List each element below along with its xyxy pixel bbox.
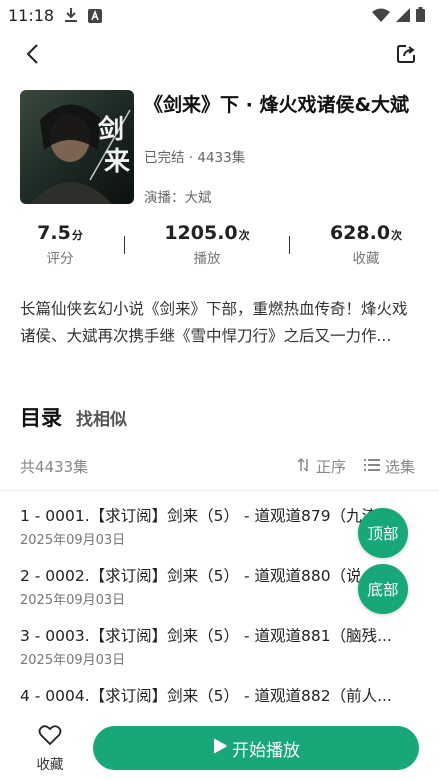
download-icon xyxy=(64,7,78,27)
stat-favorites-value: 628.0 xyxy=(329,222,391,244)
episode-date: 2025年09月03日 xyxy=(20,653,126,668)
stat-rating-value: 7.5 xyxy=(37,222,71,244)
stats-row: 7.5分 评分 1205.0次 播放 628.0次 收藏 xyxy=(0,222,439,272)
stat-rating-unit: 分 xyxy=(71,229,83,242)
select-label: 选集 xyxy=(385,458,416,476)
share-button[interactable] xyxy=(393,42,421,70)
sort-button[interactable]: 正序 xyxy=(296,456,346,477)
episode-item[interactable]: 2 - 0002.【求订阅】剑来（5） - 道观道880（说 2025年09月0… xyxy=(20,564,400,624)
signal-icon xyxy=(396,7,410,26)
heart-icon xyxy=(38,724,62,750)
episode-item[interactable]: 1 - 0001.【求订阅】剑来（5） - 道观道879（九流 2025年09月… xyxy=(20,504,400,564)
nav-bar xyxy=(0,36,439,76)
scroll-top-button[interactable]: 顶部 xyxy=(358,508,408,558)
status-time: 11:18 xyxy=(8,6,55,25)
sort-icon xyxy=(296,457,312,477)
episode-title: 1 - 0001.【求订阅】剑来（5） - 道观道879（九流 xyxy=(20,507,378,525)
episode-date: 2025年09月03日 xyxy=(20,593,126,608)
tab-catalog[interactable]: 目录 xyxy=(20,402,62,432)
sort-label: 正序 xyxy=(316,458,347,476)
collect-label: 收藏 xyxy=(36,757,64,773)
album-title: 《剑来》下 · 烽火戏诸侯&大斌 xyxy=(144,94,410,116)
stat-favorites-label: 收藏 xyxy=(352,251,380,267)
episode-list-toolbar: 共4433集 正序 选集 xyxy=(0,454,439,480)
share-icon xyxy=(396,43,418,69)
play-label: 开始播放 xyxy=(232,740,300,761)
stat-favorites-unit: 次 xyxy=(391,229,403,242)
album-description[interactable]: 长篇仙侠玄幻小说《剑来》下部，重燃热血传奇！烽火戏诸侯、大斌再次携手继《雪中悍刀… xyxy=(20,296,420,350)
stat-divider xyxy=(289,236,290,254)
album-header: 剑 来 《剑来》下 · 烽火戏诸侯&大斌 已完结 · 4433集 演播：大斌 xyxy=(20,90,420,206)
episode-count: 共4433集 xyxy=(20,458,89,476)
stat-favorites: 628.0次 收藏 xyxy=(301,222,431,267)
scroll-bottom-button[interactable]: 底部 xyxy=(358,564,408,614)
play-icon xyxy=(212,737,228,760)
wifi-icon xyxy=(372,7,390,26)
back-button[interactable] xyxy=(18,42,46,70)
select-episodes-button[interactable]: 选集 xyxy=(364,456,415,477)
battery-icon xyxy=(416,7,425,26)
tab-similar[interactable]: 找相似 xyxy=(76,405,127,430)
stat-rating-label: 评分 xyxy=(46,251,74,267)
status-bar: 11:18 xyxy=(0,0,439,32)
episode-title: 4 - 0004.【求订阅】剑来（5） - 道观道882（前人... xyxy=(20,687,392,705)
content-tabs: 目录 找相似 xyxy=(20,402,127,434)
episode-date: 2025年09月03日 xyxy=(20,533,126,548)
app-notification-icon xyxy=(88,8,102,27)
episode-title: 3 - 0003.【求订阅】剑来（5） - 道观道881（脑残... xyxy=(20,627,392,645)
episode-item[interactable]: 3 - 0003.【求订阅】剑来（5） - 道观道881（脑残... 2025年… xyxy=(20,624,400,684)
stat-plays-label: 播放 xyxy=(193,251,221,267)
bottom-action-bar: 收藏 开始播放 xyxy=(0,718,439,780)
stat-plays-unit: 次 xyxy=(238,229,250,242)
start-play-button[interactable]: 开始播放 xyxy=(93,726,419,770)
episode-item[interactable]: 4 - 0004.【求订阅】剑来（5） - 道观道882（前人... xyxy=(20,684,400,720)
list-icon xyxy=(364,458,380,476)
stat-plays: 1205.0次 播放 xyxy=(142,222,272,267)
album-cover[interactable]: 剑 来 xyxy=(20,90,134,204)
collect-button[interactable]: 收藏 xyxy=(24,724,76,774)
svg-text:来: 来 xyxy=(104,147,131,177)
episode-title: 2 - 0002.【求订阅】剑来（5） - 道观道880（说 xyxy=(20,567,362,585)
stat-rating: 7.5分 评分 xyxy=(0,222,125,267)
album-status: 已完结 · 4433集 xyxy=(144,150,246,166)
stat-plays-value: 1205.0 xyxy=(164,222,238,244)
album-cast: 演播：大斌 xyxy=(144,190,212,206)
stat-divider xyxy=(124,236,125,254)
chevron-left-icon xyxy=(25,43,39,69)
divider xyxy=(0,490,439,491)
cover-art-text: 剑 xyxy=(98,114,124,145)
